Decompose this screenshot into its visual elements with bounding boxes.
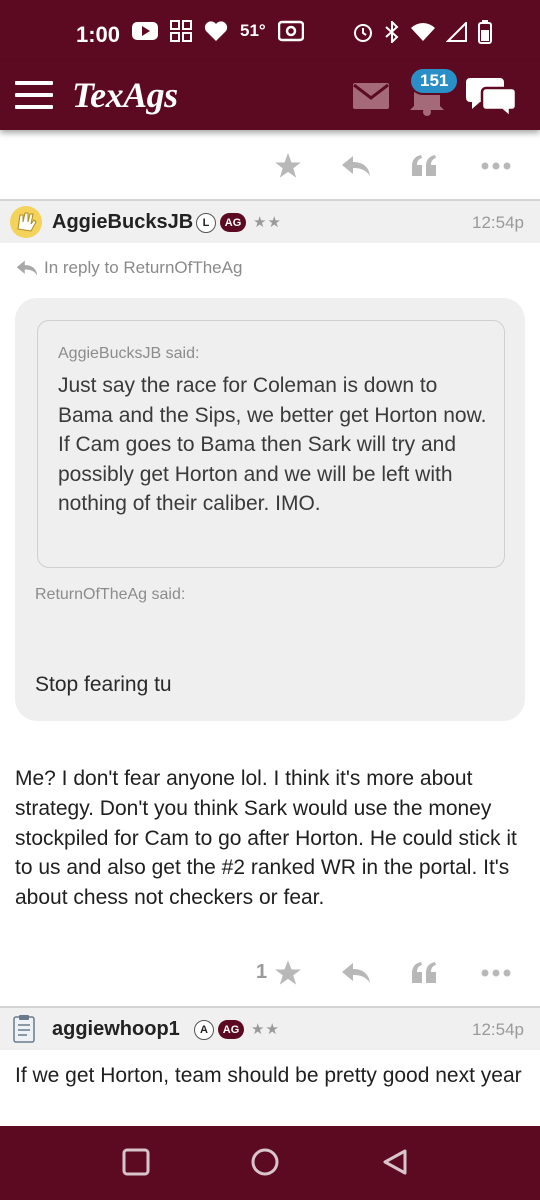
signal-icon [446, 22, 467, 42]
reply-button[interactable] [336, 146, 376, 186]
more-button[interactable] [476, 146, 516, 186]
radio-icon [277, 20, 304, 42]
quote-button[interactable] [404, 146, 444, 186]
avatar[interactable] [12, 1014, 36, 1044]
home-icon[interactable] [251, 1148, 279, 1176]
reply-button[interactable] [336, 953, 376, 993]
heart-icon [204, 21, 228, 41]
recents-icon[interactable] [122, 1148, 150, 1176]
rank-badge: A [194, 1020, 214, 1040]
notification-badge[interactable]: 151 [409, 67, 460, 95]
post-body: Me? I don't fear anyone lol. I think it'… [15, 767, 517, 910]
alarm-icon [354, 24, 372, 42]
quote-icon [412, 155, 436, 176]
star-count: 1 [256, 961, 268, 983]
user-stars: ★★ [251, 1021, 280, 1038]
reply-icon [342, 156, 370, 176]
more-button[interactable] [476, 953, 516, 993]
quote-author: ReturnOfTheAg said: [35, 586, 186, 603]
username[interactable]: AggieBucksJB [52, 211, 193, 234]
ag-badge: AG [218, 1020, 244, 1039]
status-time: 1:00 [76, 22, 121, 47]
post-header: AggieBucksJB L AG ★★ 12:54p [0, 199, 540, 243]
back-icon[interactable] [381, 1148, 409, 1176]
mail-icon[interactable] [352, 82, 390, 110]
battery-icon [478, 20, 492, 44]
star-icon [275, 153, 301, 178]
quote-icon [412, 962, 436, 983]
youtube-icon [132, 22, 158, 40]
menu-icon[interactable] [15, 80, 53, 110]
post-time: 12:54p [472, 1020, 524, 1039]
reply-to-link[interactable]: In reply to ReturnOfTheAg [16, 258, 242, 278]
grid-app-icon [170, 20, 192, 42]
wifi-icon [411, 23, 435, 41]
post-time: 12:54p [472, 213, 524, 232]
more-icon [481, 162, 511, 170]
username[interactable]: aggiewhoop1 [52, 1018, 180, 1041]
nested-quote: AggieBucksJB said: Just say the race for… [37, 320, 505, 568]
more-icon [481, 969, 511, 977]
nested-quote-text: Just say the race for Coleman is down to… [58, 374, 487, 515]
avatar[interactable] [9, 205, 43, 239]
quote-button[interactable] [404, 953, 444, 993]
chat-icon[interactable] [466, 76, 518, 118]
star-button[interactable] [268, 953, 308, 993]
rank-badge: L [196, 213, 216, 233]
quote-block: AggieBucksJB said: Just say the race for… [15, 298, 525, 721]
reply-icon [16, 260, 38, 276]
bluetooth-icon [385, 21, 399, 43]
ag-badge: AG [220, 213, 246, 232]
user-stars: ★★ [253, 214, 282, 231]
post-header: aggiewhoop1 A AG ★★ 12:54p [0, 1006, 540, 1050]
post-body: If we get Horton, team should be pretty … [15, 1064, 522, 1087]
nav-bar [0, 1126, 540, 1200]
status-bar: 1:00 51° [0, 0, 540, 62]
quote-text: Stop fearing tu [35, 673, 172, 696]
nested-quote-author: AggieBucksJB said: [58, 345, 200, 362]
reply-icon [342, 963, 370, 983]
star-button[interactable] [268, 146, 308, 186]
site-logo[interactable]: TexAgs [72, 74, 178, 116]
app-bar: TexAgs 151 [0, 62, 540, 130]
star-icon [275, 960, 301, 985]
status-temperature: 51° [240, 21, 266, 40]
reply-to-text: In reply to ReturnOfTheAg [44, 258, 243, 277]
